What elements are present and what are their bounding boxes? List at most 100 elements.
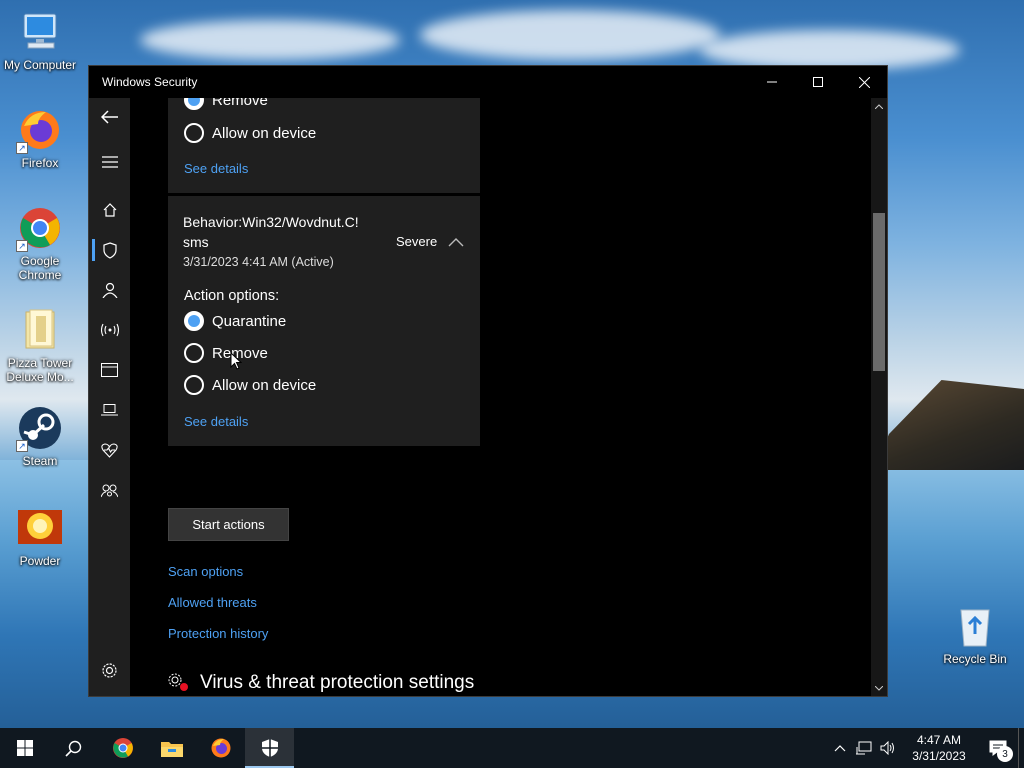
maximize-icon xyxy=(813,77,823,87)
desktop-icon-powder[interactable]: Powder xyxy=(0,504,80,568)
radio-button[interactable] xyxy=(184,311,204,331)
maximize-button[interactable] xyxy=(795,66,841,98)
scrollbar-thumb[interactable] xyxy=(873,213,885,371)
shortcut-arrow-icon: ↗ xyxy=(16,142,28,154)
menu-button[interactable] xyxy=(89,148,130,176)
firefox-icon: ↗ xyxy=(16,106,64,154)
nav-item-firewall[interactable] xyxy=(89,316,130,344)
network-icon xyxy=(856,741,872,755)
collapse-button[interactable] xyxy=(448,234,464,252)
radio-allow-on-device[interactable]: Allow on device xyxy=(184,375,316,395)
scroll-down-button[interactable] xyxy=(871,680,887,696)
desktop-icon-chrome[interactable]: ↗ Google Chrome xyxy=(0,204,80,282)
radio-label: Quarantine xyxy=(212,312,287,330)
close-button[interactable] xyxy=(841,66,887,98)
minimize-button[interactable] xyxy=(749,66,795,98)
start-actions-button[interactable]: Start actions xyxy=(168,508,289,541)
see-details-link[interactable]: See details xyxy=(184,414,248,429)
desktop-icon-label: Powder xyxy=(19,554,61,568)
desktop-rock xyxy=(874,380,1024,470)
allowed-threats-link[interactable]: Allowed threats xyxy=(168,595,257,610)
clock-time: 4:47 AM xyxy=(916,733,962,747)
nav-item-family-options[interactable] xyxy=(89,477,130,505)
taskbar-file-explorer[interactable] xyxy=(147,728,196,768)
window-title: Windows Security xyxy=(102,75,198,89)
close-icon xyxy=(858,76,870,88)
radio-button[interactable] xyxy=(184,343,204,363)
firefox-icon xyxy=(211,738,230,758)
device-security-icon xyxy=(101,404,118,416)
radio-remove-prev[interactable]: Remove xyxy=(184,98,268,110)
desktop-icon-recycle-bin[interactable]: Recycle Bin xyxy=(935,602,1015,666)
desktop-icon-label: Firefox xyxy=(21,156,59,170)
back-button[interactable] xyxy=(89,103,130,131)
nav-item-home[interactable] xyxy=(89,196,130,224)
radio-button[interactable] xyxy=(184,375,204,395)
clock[interactable]: 4:47 AM 3/31/2023 xyxy=(900,732,978,764)
settings-heading: Virus & threat protection settings xyxy=(168,672,474,694)
nav-item-account[interactable] xyxy=(89,276,130,304)
threat-timestamp: 3/31/2023 4:41 AM (Active) xyxy=(183,255,334,269)
main-content: Remove Allow on device See details Behav… xyxy=(130,98,871,696)
windows-security-window: Windows Security Remove Allow on device … xyxy=(88,65,888,697)
app-browser-icon xyxy=(101,363,118,377)
desktop-icon-pizza-tower[interactable]: Pizza Tower Deluxe Mo... xyxy=(0,306,80,384)
show-hidden-icons-button[interactable] xyxy=(828,744,852,752)
taskbar-windows-security[interactable] xyxy=(245,728,294,768)
desktop-icon-steam[interactable]: ↗ Steam xyxy=(0,404,80,468)
nav-item-device-health[interactable] xyxy=(89,436,130,464)
show-desktop-button[interactable] xyxy=(1018,728,1024,768)
shortcut-arrow-icon: ↗ xyxy=(16,240,28,252)
scrollbar[interactable] xyxy=(871,98,887,696)
cloud xyxy=(700,30,960,70)
protection-history-link[interactable]: Protection history xyxy=(168,626,268,641)
nav-item-app-browser[interactable] xyxy=(89,356,130,384)
nav-item-virus-protection[interactable] xyxy=(89,236,130,264)
chrome-icon xyxy=(112,738,133,758)
back-icon xyxy=(100,110,118,124)
desktop-icon-label: Pizza Tower Deluxe Mo... xyxy=(6,356,74,384)
desktop-icon-firefox[interactable]: ↗ Firefox xyxy=(0,106,80,170)
start-button[interactable] xyxy=(0,728,49,768)
title-bar[interactable]: Windows Security xyxy=(89,66,887,98)
radio-quarantine[interactable]: Quarantine xyxy=(184,311,286,331)
steam-icon: ↗ xyxy=(16,404,64,452)
recycle-bin-icon xyxy=(951,602,999,650)
taskbar-chrome[interactable] xyxy=(98,728,147,768)
desktop-icon-my-computer[interactable]: My Computer xyxy=(0,8,80,72)
scroll-up-button[interactable] xyxy=(871,98,887,114)
volume-button[interactable] xyxy=(876,741,900,755)
chevron-up-icon xyxy=(834,744,846,751)
taskbar-firefox[interactable] xyxy=(196,728,245,768)
search-button[interactable] xyxy=(49,728,98,768)
family-icon xyxy=(101,484,118,498)
radio-button[interactable] xyxy=(184,123,204,143)
see-details-link-prev[interactable]: See details xyxy=(184,161,248,176)
gear-icon xyxy=(102,662,117,678)
firewall-icon xyxy=(100,323,119,337)
powder-icon xyxy=(16,504,64,552)
shortcut-arrow-icon: ↗ xyxy=(16,440,28,452)
radio-button[interactable] xyxy=(184,98,204,110)
radio-allow-prev[interactable]: Allow on device xyxy=(184,123,316,143)
windows-security-icon xyxy=(261,739,278,757)
shield-icon xyxy=(102,241,117,259)
virus-settings-icon xyxy=(168,673,188,691)
radio-remove[interactable]: Remove xyxy=(184,343,268,363)
action-options-label: Action options: xyxy=(184,288,280,304)
threat-name-line1: Behavior:Win32/Wovdnut.C! xyxy=(183,214,359,230)
threat-name: Behavior:Win32/Wovdnut.C! sms xyxy=(183,212,359,252)
minimize-icon xyxy=(767,81,777,83)
system-tray: 4:47 AM 3/31/2023 3 xyxy=(828,728,1024,768)
action-center-button[interactable]: 3 xyxy=(978,728,1018,768)
health-icon xyxy=(101,442,118,458)
chrome-icon: ↗ xyxy=(16,204,64,252)
home-icon xyxy=(103,203,116,217)
account-icon xyxy=(102,282,117,298)
network-button[interactable] xyxy=(852,741,876,755)
scan-options-link[interactable]: Scan options xyxy=(168,564,243,579)
file-explorer-icon xyxy=(160,742,183,757)
severity-label: Severe xyxy=(396,234,438,249)
nav-item-device-security[interactable] xyxy=(89,396,130,424)
nav-item-settings[interactable] xyxy=(89,656,130,684)
